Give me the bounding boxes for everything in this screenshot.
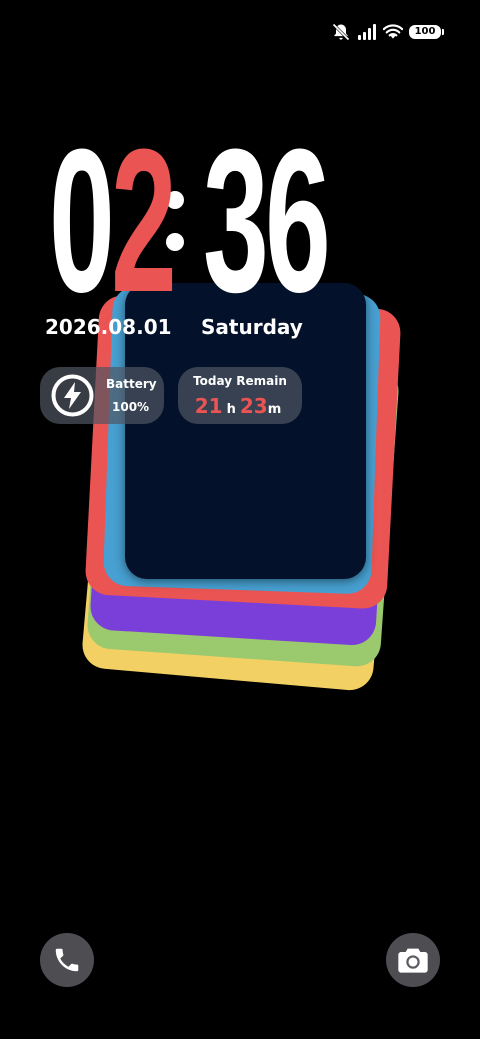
clock-minute-ones: 6 — [265, 107, 331, 335]
remain-hours: 21 — [194, 394, 223, 418]
battery-tip — [442, 29, 444, 35]
remain-minutes-unit: m — [267, 402, 282, 417]
clock-hour-ones: 2 — [111, 107, 177, 335]
battery-label: Battery — [106, 377, 157, 391]
date-text: 2026.08.01 — [45, 315, 172, 339]
silent-bell-icon — [332, 23, 350, 41]
phone-shortcut-button[interactable] — [40, 933, 94, 987]
clock-minute-tens: 3 — [203, 107, 269, 335]
remain-minutes: 23 — [239, 394, 268, 418]
today-remain-time: 21 h 23m — [178, 394, 302, 418]
remain-hours-unit: h — [226, 402, 236, 417]
charging-bolt-icon — [51, 374, 94, 417]
phone-icon — [55, 948, 79, 972]
status-bar: 100 — [331, 20, 444, 44]
battery-widget[interactable]: Battery 100% — [40, 367, 164, 424]
battery-value: 100% — [112, 400, 150, 414]
clock-hour-tens: 0 — [49, 107, 115, 335]
signal-icon — [358, 24, 376, 40]
camera-shortcut-button[interactable] — [386, 933, 440, 987]
wifi-icon — [383, 24, 403, 39]
battery-icon: 100 — [409, 25, 441, 39]
today-remain-widget[interactable]: Today Remain 21 h 23m — [178, 367, 302, 424]
lock-clock: 0 2 3 6 — [36, 107, 331, 335]
camera-icon — [398, 948, 428, 973]
today-remain-label: Today Remain — [193, 374, 287, 388]
weekday-text: Saturday — [201, 315, 303, 339]
